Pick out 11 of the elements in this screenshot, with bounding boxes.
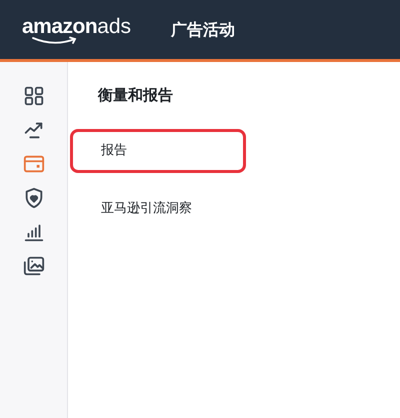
image-stack-icon — [22, 255, 44, 277]
menu-link[interactable]: 报告 — [70, 128, 246, 172]
smile-arrow-icon — [32, 36, 78, 45]
logo[interactable]: amazonads — [22, 16, 132, 43]
dashboard-icon — [22, 85, 44, 107]
logo-brand: amazon — [22, 16, 98, 37]
logo-suffix: ads — [97, 16, 132, 37]
section-heading: 衡量和报告 — [96, 85, 174, 106]
menu-link[interactable]: 亚马逊引流洞察 — [70, 186, 246, 230]
card-icon — [22, 153, 44, 175]
page-title: 广告活动 — [171, 18, 236, 40]
